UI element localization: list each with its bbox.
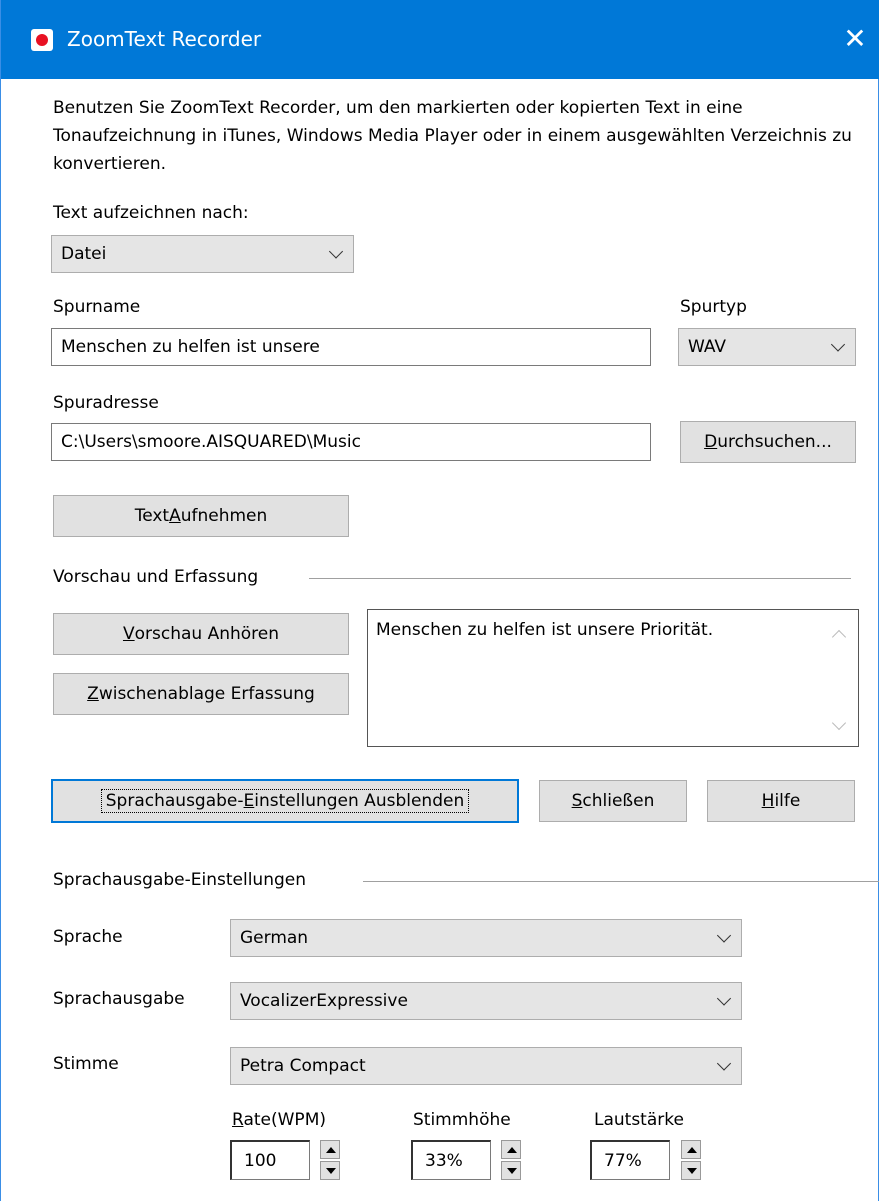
voice-select[interactable]: Petra Compact xyxy=(230,1047,742,1085)
record-to-label: Text aufzeichnen nach: xyxy=(53,203,249,223)
title-bar: ZoomText Recorder ✕ xyxy=(1,0,879,79)
scroll-down-icon[interactable] xyxy=(831,715,847,731)
language-label: Sprache xyxy=(53,927,123,947)
track-address-label: Spuradresse xyxy=(53,393,159,413)
volume-stepper[interactable] xyxy=(681,1140,701,1180)
rate-value: 100 xyxy=(244,1150,277,1171)
pitch-value: 33% xyxy=(425,1150,463,1171)
track-address-value: C:\Users\smoore.AISQUARED\Music xyxy=(61,432,361,452)
record-app-icon xyxy=(31,29,53,51)
rate-stepper[interactable] xyxy=(320,1140,340,1180)
help-button[interactable]: Hilfe xyxy=(707,780,855,822)
volume-input[interactable]: 77% xyxy=(590,1140,670,1180)
scroll-up-icon[interactable] xyxy=(831,629,847,645)
track-address-input[interactable]: C:\Users\smoore.AISQUARED\Music xyxy=(51,423,651,461)
rate-label: Rate(WPM) xyxy=(232,1110,326,1130)
synthesizer-select[interactable]: VocalizerExpressive xyxy=(230,982,742,1020)
zoomtext-recorder-window: ZoomText Recorder ✕ Benutzen Sie ZoomTex… xyxy=(0,0,879,1201)
record-text-button[interactable]: Text Aufnehmen xyxy=(53,495,349,537)
group-divider xyxy=(309,578,851,579)
synthesizer-label: Sprachausgabe xyxy=(53,989,185,1009)
spin-down-icon[interactable] xyxy=(501,1161,521,1180)
spin-up-icon[interactable] xyxy=(320,1140,340,1159)
volume-label: Lautstärke xyxy=(594,1110,684,1130)
chevron-down-icon xyxy=(716,928,732,943)
track-type-select[interactable]: WAV xyxy=(678,328,856,366)
close-button[interactable]: Schließen xyxy=(539,780,687,822)
spin-up-icon[interactable] xyxy=(501,1140,521,1159)
track-type-value: WAV xyxy=(688,337,727,357)
preview-text-area[interactable]: Menschen zu helfen ist unsere Priorität. xyxy=(367,609,859,747)
browse-button[interactable]: Durchsuchen... xyxy=(680,421,856,463)
volume-value: 77% xyxy=(604,1150,642,1171)
chevron-down-icon xyxy=(830,337,846,352)
voice-value: Petra Compact xyxy=(240,1056,366,1076)
close-icon[interactable]: ✕ xyxy=(838,22,872,56)
language-select[interactable]: German xyxy=(230,919,742,957)
preview-text: Menschen zu helfen ist unsere Priorität. xyxy=(376,620,714,640)
voice-label: Stimme xyxy=(53,1054,119,1074)
pitch-label: Stimmhöhe xyxy=(413,1110,511,1130)
rate-input[interactable]: 100 xyxy=(230,1140,310,1180)
track-name-label: Spurname xyxy=(53,297,141,317)
chevron-down-icon xyxy=(716,991,732,1006)
record-to-select[interactable]: Datei xyxy=(51,235,354,273)
record-to-value: Datei xyxy=(61,244,107,264)
pitch-stepper[interactable] xyxy=(501,1140,521,1180)
group-divider xyxy=(363,881,879,882)
listen-preview-button[interactable]: Vorschau Anhören xyxy=(53,613,349,655)
spin-up-icon[interactable] xyxy=(681,1140,701,1159)
language-value: German xyxy=(240,928,309,948)
spin-down-icon[interactable] xyxy=(681,1161,701,1180)
chevron-down-icon xyxy=(328,244,344,259)
preview-group-title: Vorschau und Erfassung xyxy=(53,567,259,587)
track-name-input[interactable]: Menschen zu helfen ist unsere xyxy=(51,328,651,366)
track-name-value: Menschen zu helfen ist unsere xyxy=(61,337,320,357)
speech-group-title: Sprachausgabe-Einstellungen xyxy=(53,870,306,890)
chevron-down-icon xyxy=(716,1056,732,1071)
hide-speech-settings-button[interactable]: Sprachausgabe-Einstellungen Ausblenden xyxy=(51,779,519,823)
description-text: Benutzen Sie ZoomText Recorder, um den m… xyxy=(53,98,852,174)
track-type-label: Spurtyp xyxy=(680,297,747,317)
clipboard-capture-button[interactable]: Zwischenablage Erfassung xyxy=(53,673,349,715)
synthesizer-value: VocalizerExpressive xyxy=(240,991,408,1011)
spin-down-icon[interactable] xyxy=(320,1161,340,1180)
window-title: ZoomText Recorder xyxy=(67,27,262,51)
pitch-input[interactable]: 33% xyxy=(411,1140,491,1180)
